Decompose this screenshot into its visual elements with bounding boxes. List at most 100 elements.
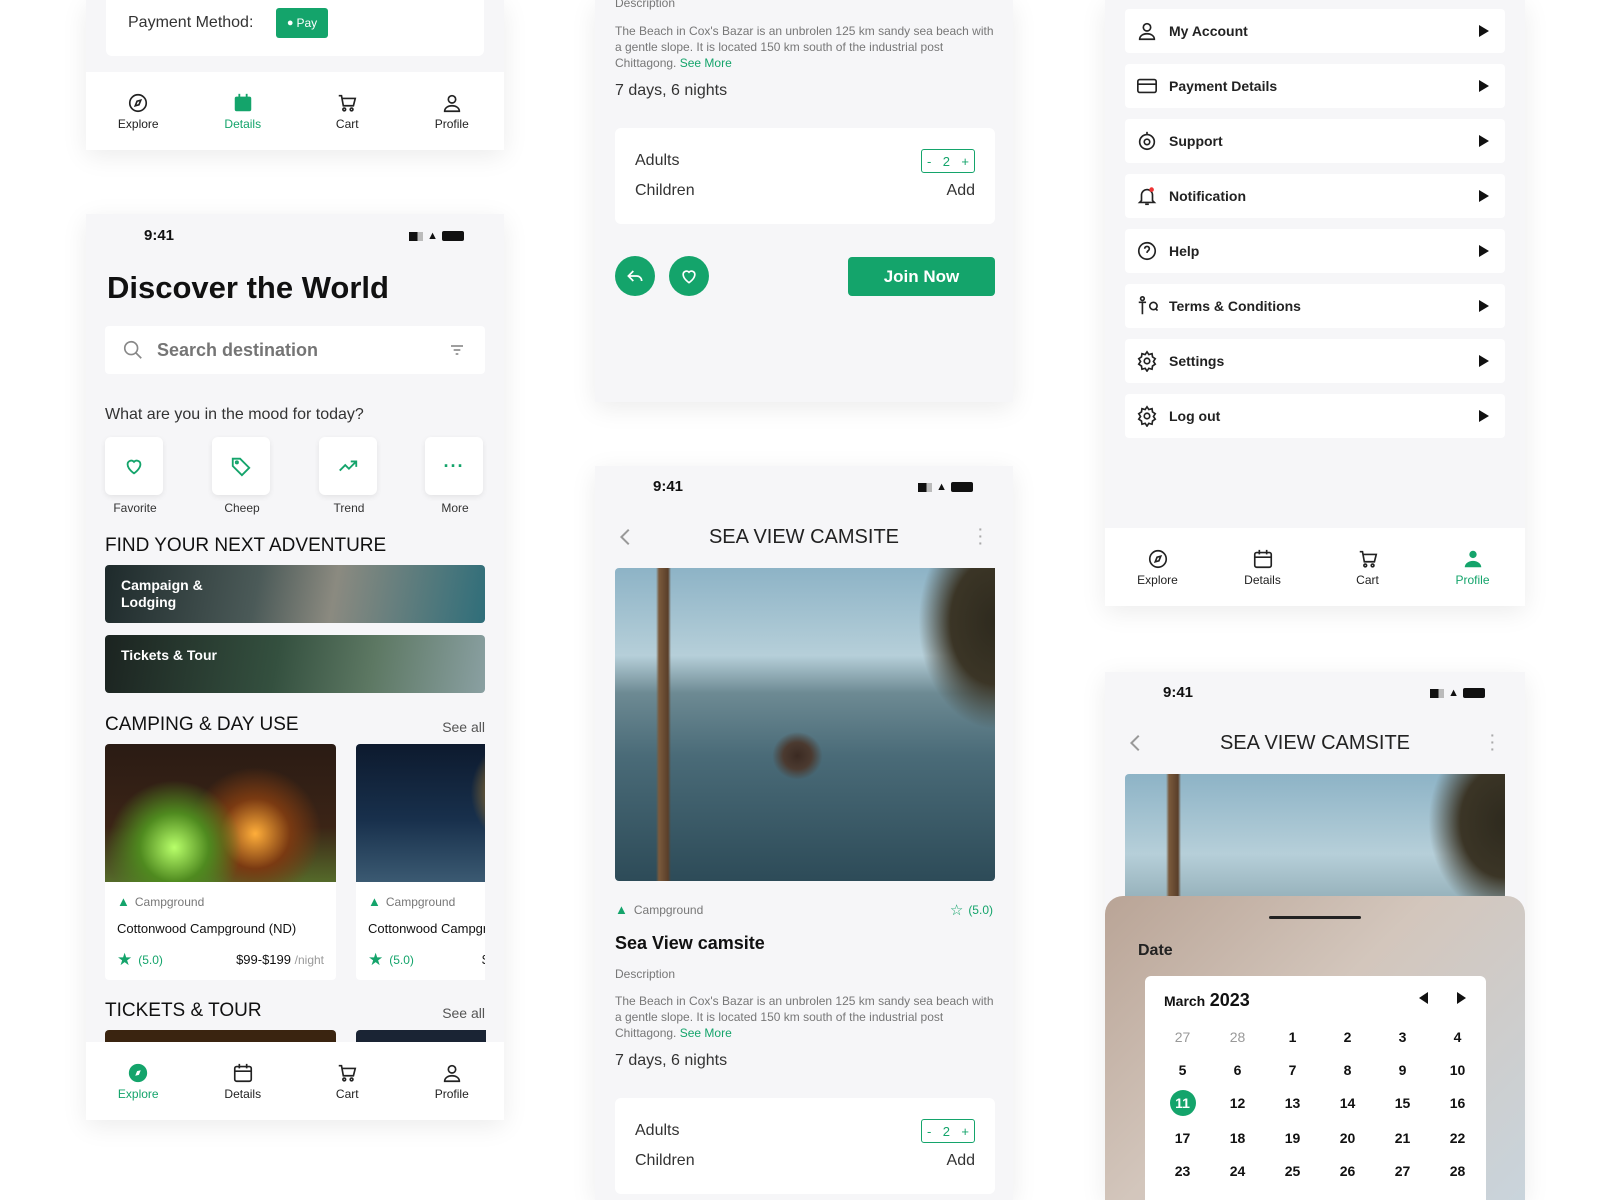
calendar-day[interactable]: 22	[1430, 1127, 1485, 1149]
place-card[interactable]: ▲ Campground Cottonwood Campground ★ (5.…	[356, 744, 485, 980]
calendar-day[interactable]: 15	[1375, 1092, 1430, 1114]
menu-terms-conditions[interactable]: Terms & Conditions	[1125, 284, 1505, 328]
calendar-day[interactable]: 20	[1320, 1127, 1375, 1149]
tab-profile[interactable]: Profile	[1428, 548, 1518, 587]
menu-settings[interactable]: Settings	[1125, 339, 1505, 383]
prev-month-icon[interactable]	[1419, 992, 1428, 1004]
calendar-day[interactable]: 17	[1155, 1127, 1210, 1149]
banner-tickets-tour[interactable]: Tickets & Tour	[105, 635, 485, 693]
place-card[interactable]: ▲ Campground Cottonwood Campground (ND) …	[105, 744, 336, 980]
menu-my-account[interactable]: My Account	[1125, 9, 1505, 53]
tab-details[interactable]: Details	[198, 1062, 288, 1101]
description-body: The Beach in Cox's Bazar is an unbrolen …	[615, 24, 994, 70]
calendar-day[interactable]: 14	[1320, 1092, 1375, 1114]
camping-see-all[interactable]: See all	[442, 719, 485, 735]
tab-cart[interactable]: Cart	[302, 92, 392, 131]
status-time: 9:41	[1163, 684, 1194, 701]
heart-icon	[682, 270, 696, 284]
place-price-value: $	[482, 952, 485, 967]
more-vertical-icon[interactable]: · · ·	[1490, 728, 1495, 756]
menu-help[interactable]: Help	[1125, 229, 1505, 273]
apple-pay-button[interactable]: ● Pay	[276, 8, 328, 38]
calendar-day[interactable]: 1	[1265, 1026, 1320, 1048]
tab-cart[interactable]: Cart	[1323, 548, 1413, 587]
tab-cart[interactable]: Cart	[302, 1062, 392, 1101]
filter-icon[interactable]	[449, 342, 465, 358]
page-title: Discover the World	[107, 270, 389, 305]
calendar-day[interactable]: 4	[1430, 1026, 1485, 1048]
adults-stepper[interactable]: - 2 +	[921, 1119, 975, 1143]
children-add[interactable]: Add	[947, 1152, 975, 1170]
calendar-day[interactable]: 16	[1430, 1092, 1485, 1114]
tab-explore[interactable]: Explore	[93, 92, 183, 131]
search-input[interactable]	[157, 338, 437, 362]
calendar-day[interactable]: 8	[1320, 1059, 1375, 1081]
join-now-button[interactable]: Join Now	[848, 257, 995, 296]
calendar-day[interactable]: 12	[1210, 1092, 1265, 1114]
favorite-button[interactable]	[669, 256, 709, 296]
mood-trend[interactable]: Trend	[319, 437, 379, 515]
calendar-day-selected[interactable]: 11	[1169, 1090, 1196, 1116]
search-bar[interactable]	[105, 326, 485, 374]
calendar-day[interactable]: 19	[1265, 1127, 1320, 1149]
detail-category-label: Campground	[633, 902, 704, 917]
calendar-day[interactable]: 24	[1210, 1160, 1265, 1182]
calendar-day[interactable]: 25	[1265, 1160, 1320, 1182]
tab-cart-label: Cart	[335, 1086, 359, 1101]
banner-campaign-lodging[interactable]: Campaign & Lodging	[105, 565, 485, 623]
calendar-day[interactable]: 6	[1210, 1059, 1265, 1081]
calendar-day[interactable]: 10	[1430, 1059, 1485, 1081]
minus-button[interactable]: -	[927, 154, 931, 169]
calendar-day[interactable]: 5	[1155, 1059, 1210, 1081]
calendar-day[interactable]: 23	[1155, 1160, 1210, 1182]
sheet-handle[interactable]	[1269, 916, 1361, 919]
screen-discover: 9:41 ▲ Discover the World What are you i…	[86, 214, 504, 1120]
tab-details[interactable]: Details	[198, 92, 288, 131]
help-icon	[1137, 241, 1157, 261]
adults-stepper[interactable]: - 2 +	[921, 149, 975, 173]
tab-profile[interactable]: Profile	[407, 92, 497, 131]
calendar-day[interactable]: 3	[1375, 1026, 1430, 1048]
see-more-link[interactable]: See More	[680, 1026, 732, 1040]
calendar-day[interactable]: 2	[1320, 1026, 1375, 1048]
plus-button[interactable]: +	[961, 154, 969, 169]
see-more-link[interactable]: See More	[680, 56, 732, 70]
adventure-heading: FIND YOUR NEXT ADVENTURE	[105, 535, 387, 556]
calendar-day[interactable]: 27	[1155, 1026, 1210, 1048]
cart-icon	[1359, 550, 1377, 568]
calendar-day[interactable]: 7	[1265, 1059, 1320, 1081]
calendar-day[interactable]: 21	[1375, 1127, 1430, 1149]
mood-cheep[interactable]: Cheep	[212, 437, 272, 515]
share-button[interactable]	[615, 256, 655, 296]
children-add[interactable]: Add	[947, 182, 975, 200]
calendar-day[interactable]: 13	[1265, 1092, 1320, 1114]
menu-support[interactable]: Support	[1125, 119, 1505, 163]
calendar-day[interactable]: 18	[1210, 1127, 1265, 1149]
next-month-icon[interactable]	[1457, 992, 1466, 1004]
calendar-day[interactable]: 27	[1375, 1160, 1430, 1182]
tab-profile-label: Profile	[434, 116, 469, 131]
tab-profile[interactable]: Profile	[407, 1062, 497, 1101]
tab-explore[interactable]: Explore	[93, 1062, 183, 1101]
tab-details[interactable]: Details	[1218, 548, 1308, 587]
minus-button[interactable]: -	[927, 1124, 931, 1139]
menu-payment-details[interactable]: Payment Details	[1125, 64, 1505, 108]
mood-favorite-label: Favorite	[113, 501, 157, 515]
more-vertical-icon[interactable]: · · ·	[978, 522, 983, 550]
menu-log-out[interactable]: Log out	[1125, 394, 1505, 438]
place-image	[105, 744, 336, 882]
calendar-day[interactable]: 9	[1375, 1059, 1430, 1081]
mood-more[interactable]: ··· More	[425, 437, 485, 515]
description-label: Description	[615, 0, 676, 10]
wifi-icon: ▲	[427, 230, 438, 242]
tab-explore[interactable]: Explore	[1113, 548, 1203, 587]
menu-notification[interactable]: Notification	[1125, 174, 1505, 218]
calendar-day[interactable]: 26	[1320, 1160, 1375, 1182]
calendar-day[interactable]: 28	[1210, 1026, 1265, 1048]
arrow-right-icon	[1479, 80, 1489, 92]
place-price-unit: /night	[294, 953, 324, 967]
tickets-see-all[interactable]: See all	[442, 1005, 485, 1021]
mood-favorite[interactable]: Favorite	[105, 437, 165, 515]
plus-button[interactable]: +	[961, 1124, 969, 1139]
calendar-day[interactable]: 28	[1430, 1160, 1485, 1182]
